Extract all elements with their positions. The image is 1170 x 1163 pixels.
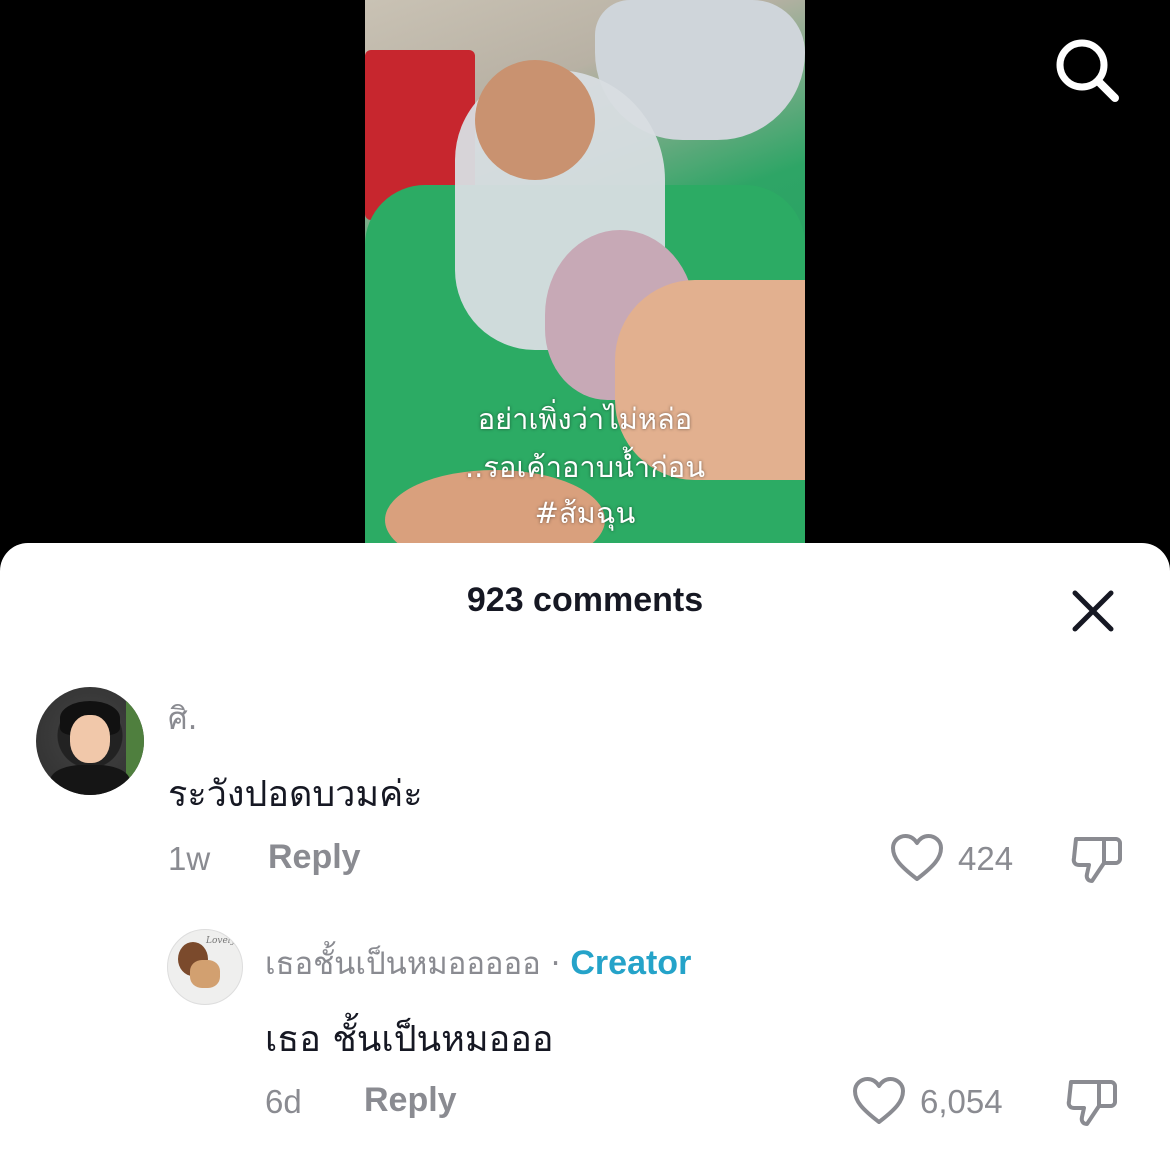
avatar-creator-cat — [190, 960, 220, 988]
close-icon[interactable] — [1065, 583, 1121, 639]
avatar-creator-logo: Lovely — [206, 936, 236, 946]
heart-icon[interactable] — [852, 1076, 906, 1131]
comments-panel: 923 comments ศิ. ระวังปอดบวมค่ะ 1w Reply… — [0, 543, 1170, 1163]
avatar-face — [70, 715, 110, 763]
reply-username-row: เธอชั้นเป็นหมอออออ · Creator — [265, 938, 691, 988]
reply-username[interactable]: เธอชั้นเป็นหมอออออ — [265, 946, 541, 982]
like-count: 424 — [958, 840, 1014, 877]
heart-icon[interactable] — [890, 833, 944, 888]
comments-count-title: 923 comments — [466, 581, 704, 619]
video-frame[interactable]: อย่าเพิ่งว่าไม่หล่อ ..รอเค้าอาบน้ำก่อน #… — [365, 0, 805, 560]
dislike-icon[interactable] — [1065, 1076, 1119, 1133]
avatar-creator[interactable]: Lovely — [167, 929, 243, 1005]
comment-username[interactable]: ศิ. — [168, 693, 198, 743]
avatar-shirt — [50, 765, 130, 795]
avatar[interactable] — [36, 687, 144, 795]
video-caption-line-3: #ส้มฉุน — [534, 496, 636, 530]
comment-text: ระวังปอดบวมค่ะ — [168, 774, 423, 815]
video-area[interactable]: อย่าเพิ่งว่าไม่หล่อ ..รอเค้าอาบน้ำก่อน #… — [0, 0, 1170, 560]
creator-badge: Creator — [570, 944, 692, 982]
reply-time: 6d — [265, 1083, 302, 1120]
comment-time: 1w — [168, 840, 211, 877]
reply-button[interactable]: Reply — [364, 1081, 457, 1120]
reply-text: เธอ ชั้นเป็นหมอออ — [265, 1019, 554, 1060]
reply-button[interactable]: Reply — [268, 838, 361, 877]
like-count: 6,054 — [920, 1083, 1003, 1120]
search-icon[interactable] — [1052, 35, 1122, 105]
video-caption-line-2: ..รอเค้าอาบน้ำก่อน — [464, 450, 706, 484]
video-scene-kitten — [475, 60, 595, 180]
separator-dot: · — [550, 946, 561, 982]
dislike-icon[interactable] — [1070, 833, 1124, 890]
video-caption-line-1: อย่าเพิ่งว่าไม่หล่อ — [477, 402, 693, 436]
